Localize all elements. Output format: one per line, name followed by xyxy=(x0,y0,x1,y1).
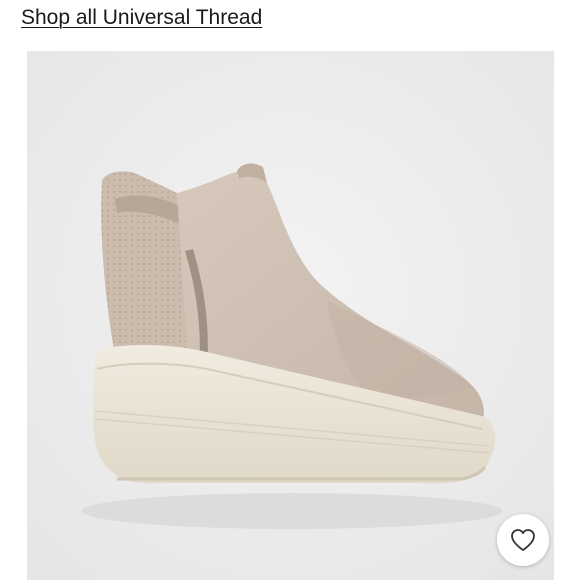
product-photo[interactable] xyxy=(27,51,554,580)
like-button[interactable] xyxy=(497,514,549,566)
shop-all-brand-link[interactable]: Shop all Universal Thread xyxy=(21,4,262,32)
sneaker-illustration xyxy=(27,51,554,580)
listing-page: Shop all Universal Thread xyxy=(0,0,580,580)
heart-outline-icon xyxy=(511,529,535,551)
